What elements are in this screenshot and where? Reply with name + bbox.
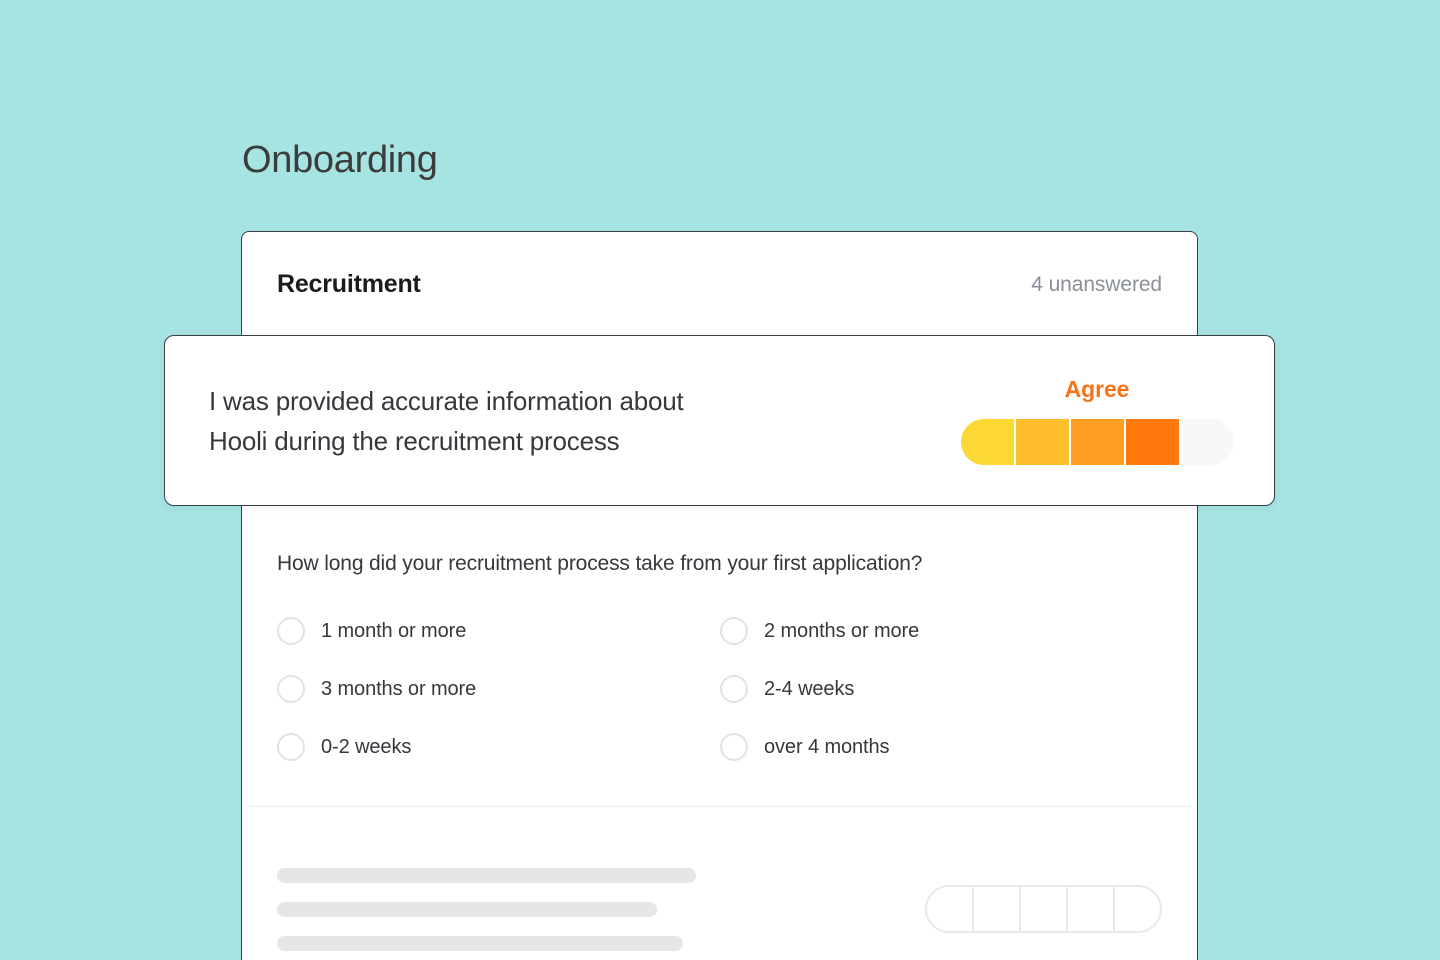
floating-question-line-2: Hooli during the recruitment process [209, 425, 620, 456]
page-title: Onboarding [242, 139, 438, 181]
radio-option-label: 1 month or more [321, 619, 467, 642]
radio-option-label: over 4 months [764, 735, 890, 758]
question-block: How long did your recruitment process ta… [277, 552, 1163, 776]
survey-section-title: Recruitment [277, 270, 421, 298]
radio-options-grid: 1 month or more 3 months or more 0-2 wee… [277, 602, 1163, 776]
skeleton-text-bars [277, 867, 696, 951]
floating-question-line-1: I was provided accurate information abou… [209, 385, 684, 416]
skeleton-bar [277, 867, 696, 883]
rating-widget[interactable]: Agree [960, 376, 1234, 465]
rating-segment-4[interactable] [1125, 419, 1179, 465]
radio-circle-icon[interactable] [720, 675, 748, 703]
unanswered-count-label: 4 unanswered [1031, 272, 1162, 296]
rating-segment-3[interactable] [1070, 419, 1124, 465]
skeleton-rating-segment[interactable] [1019, 885, 1068, 933]
radio-option-over-4-months[interactable]: over 4 months [720, 718, 1163, 776]
floating-question-card: I was provided accurate information abou… [164, 335, 1275, 506]
skeleton-rating-widget[interactable] [925, 885, 1162, 933]
radio-option-2-months-or-more[interactable]: 2 months or more [720, 602, 1163, 660]
skeleton-bar [277, 901, 657, 917]
radio-option-label: 2 months or more [764, 619, 920, 642]
radio-circle-icon[interactable] [277, 617, 305, 645]
rating-value-label: Agree [1064, 376, 1130, 402]
radio-circle-icon[interactable] [720, 617, 748, 645]
radio-option-label: 3 months or more [321, 677, 477, 700]
radio-option-3-months-or-more[interactable]: 3 months or more [277, 660, 720, 718]
radio-circle-icon[interactable] [720, 733, 748, 761]
rating-segment-track[interactable] [960, 419, 1234, 465]
rating-segment-5[interactable] [1180, 419, 1234, 465]
skeleton-placeholder-row [242, 806, 1197, 960]
rating-segment-1[interactable] [960, 419, 1014, 465]
skeleton-rating-segment[interactable] [972, 885, 1021, 933]
skeleton-rating-segment[interactable] [925, 885, 974, 933]
floating-question-text: I was provided accurate information abou… [209, 381, 684, 461]
radio-option-label: 0-2 weeks [321, 735, 412, 758]
survey-card-header: Recruitment 4 unanswered [242, 232, 1197, 337]
skeleton-bar [277, 935, 683, 951]
radio-circle-icon[interactable] [277, 733, 305, 761]
radio-option-1-month-or-more[interactable]: 1 month or more [277, 602, 720, 660]
rating-segment-2[interactable] [1015, 419, 1069, 465]
radio-option-0-2-weeks[interactable]: 0-2 weeks [277, 718, 720, 776]
radio-circle-icon[interactable] [277, 675, 305, 703]
skeleton-rating-segment[interactable] [1113, 885, 1162, 933]
radio-option-2-4-weeks[interactable]: 2-4 weeks [720, 660, 1163, 718]
question-prompt: How long did your recruitment process ta… [277, 552, 923, 575]
radio-option-label: 2-4 weeks [764, 677, 855, 700]
skeleton-rating-segment[interactable] [1066, 885, 1115, 933]
